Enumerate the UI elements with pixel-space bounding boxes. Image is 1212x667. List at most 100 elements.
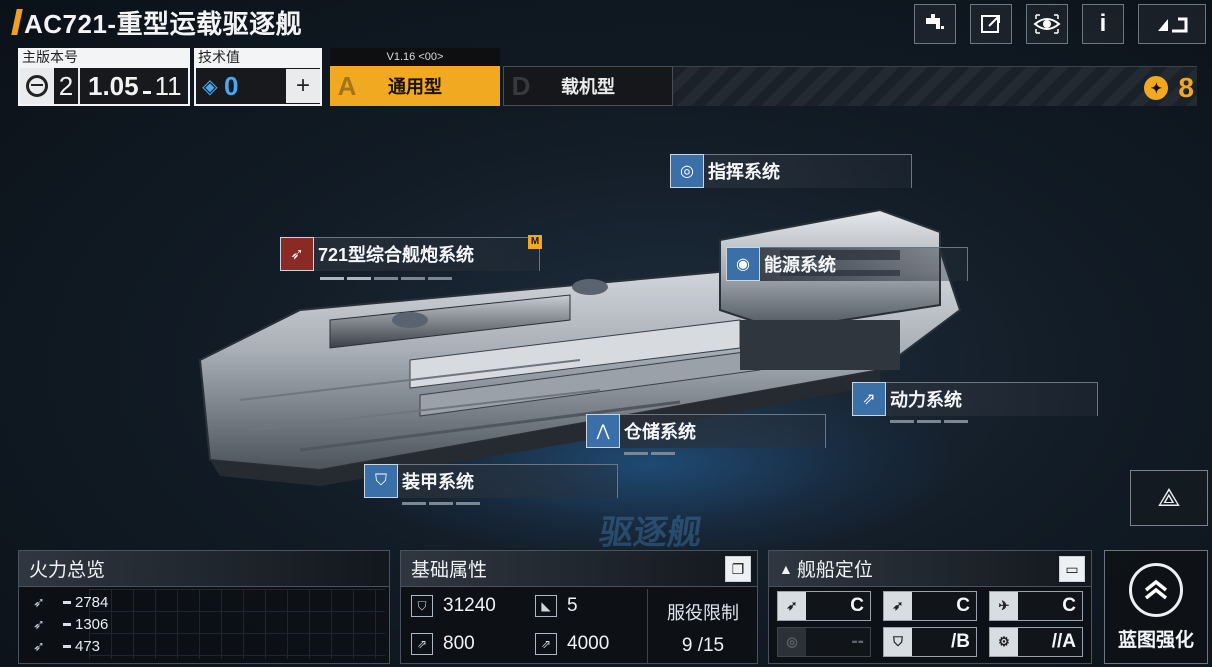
system-cargo[interactable]: ⋀ 仓储系统 xyxy=(586,414,826,455)
level-dashes xyxy=(320,277,540,280)
tab-stripe-bar xyxy=(673,66,1197,106)
firepower-row: ➶ 473 xyxy=(19,635,389,657)
plus-icon[interactable]: + xyxy=(286,69,320,103)
level-dashes xyxy=(624,452,826,455)
back-icon[interactable] xyxy=(1138,4,1206,44)
share-icon[interactable] xyxy=(970,4,1012,44)
info-icon[interactable]: i xyxy=(1082,4,1124,44)
expand-icon[interactable]: ❐ xyxy=(725,556,751,582)
version-value: 2 1.05 11 xyxy=(20,68,188,104)
base-stats-panel[interactable]: 基础属性 ❐ ⛉ 31240 ◣ 5 ⇗ 800 ⇗ 4000 服役限制 9 /15 xyxy=(400,550,758,664)
shield-icon: ⛉ xyxy=(411,595,433,617)
role-cell: ◎ -- xyxy=(777,627,871,657)
tech-box: 技术值 ◈ 0 + xyxy=(194,48,322,106)
stat-speed-value: 800 xyxy=(443,633,475,654)
level-dashes xyxy=(402,502,618,505)
eye-icon[interactable] xyxy=(1026,4,1068,44)
positioning-panel[interactable]: ▲ 舰船定位 ▭ ➶ C ➶ C ✈ C ◎ -- ⛉/B ⚙//A xyxy=(768,550,1092,664)
missile-icon: ➶ xyxy=(33,637,45,654)
role-grade: //A xyxy=(1051,631,1076,652)
system-command-label: 指挥系统 xyxy=(704,154,912,188)
positioning-title-row: ▲ 舰船定位 ▭ xyxy=(769,551,1091,587)
system-gun-label: 721型综合舰炮系统 xyxy=(314,237,540,271)
system-command[interactable]: ◎ 指挥系统 xyxy=(670,154,912,188)
range-icon: ⇗ xyxy=(535,633,557,655)
firepower-row: ➶ 2784 xyxy=(19,591,389,613)
armor-icon: ◣ xyxy=(535,595,557,617)
system-cargo-label: 仓储系统 xyxy=(620,414,826,448)
tech-icon: ◈ xyxy=(202,75,218,98)
tab-a-label: 通用型 xyxy=(388,77,442,97)
title-accent xyxy=(11,9,23,35)
tab-a-letter: A xyxy=(337,70,357,101)
version-sub: 11 xyxy=(154,70,182,101)
currency-display: ✦ 8 xyxy=(1144,72,1194,104)
firepower-value: 1306 xyxy=(75,615,109,633)
firepower-row: ➶ 1306 xyxy=(19,613,389,635)
role-cell: ➶ C xyxy=(777,591,871,621)
positioning-title: 舰船定位 xyxy=(796,560,873,581)
cargo-icon: ⋀ xyxy=(586,414,620,448)
firepower-panel[interactable]: 火力总览 ➶ 2784 ➶ 1306 ➶ 473 xyxy=(18,550,390,664)
coin-icon: ✦ xyxy=(1144,76,1169,100)
stat-range-value: 4000 xyxy=(567,633,610,654)
radar-icon: ◎ xyxy=(670,154,704,188)
module-badge: M xyxy=(528,235,542,249)
energy-icon: ◉ xyxy=(726,247,760,281)
tab-carrier[interactable]: D 载机型 xyxy=(503,66,673,106)
stat-hp-value: 31240 xyxy=(443,595,496,616)
missile-icon: ➶ xyxy=(884,592,912,620)
stat-armor-value: 5 xyxy=(567,595,578,616)
drone-icon: ✈ xyxy=(990,592,1018,620)
tag-icon[interactable]: ▭ xyxy=(1059,556,1085,582)
stat-speed: ⇗ 800 xyxy=(411,633,475,655)
blueprint-upgrade-button[interactable]: 蓝图强化 xyxy=(1104,550,1208,664)
role-grade: C xyxy=(1062,595,1076,616)
tab-d-letter: D xyxy=(511,70,531,101)
version-major: 2 xyxy=(54,68,80,104)
fleet-upgrade-icon[interactable]: ⟁ xyxy=(1130,470,1208,526)
chevrons-up-icon xyxy=(1129,562,1183,617)
role-cell: ✈ C xyxy=(989,591,1083,621)
tab-version-header: V1.16 <00> xyxy=(330,48,500,66)
faucet-icon[interactable] xyxy=(914,4,956,44)
tab-general[interactable]: V1.16 <00> A 通用型 xyxy=(330,48,500,106)
level-dashes xyxy=(890,420,1098,423)
tab-d-label: 载机型 xyxy=(561,77,615,97)
role-grade: C xyxy=(850,595,864,616)
hologram-text: 驱逐舰 xyxy=(596,514,705,552)
tech-value: 0 xyxy=(224,70,239,101)
firepower-value: 2784 xyxy=(75,593,109,611)
stat-hp: ⛉ 31240 xyxy=(411,595,496,617)
missile-icon: ➶ xyxy=(33,615,45,632)
target-icon: ◎ xyxy=(778,628,806,656)
ship-model[interactable] xyxy=(180,170,1000,510)
base-stats-title: 基础属性 ❐ xyxy=(401,551,757,587)
ship-title: AC721-重型运载驱逐舰 xyxy=(24,8,303,39)
service-limit-value: 9 /15 xyxy=(681,635,725,656)
firepower-title: 火力总览 xyxy=(19,551,389,587)
system-engine-label: 动力系统 xyxy=(886,382,1098,416)
tech-label: 技术值 xyxy=(198,49,240,65)
top-toolbar: i xyxy=(914,4,1206,44)
gear-icon: ⚙ xyxy=(990,628,1018,656)
version-number: 1.05 xyxy=(88,70,139,101)
title-bar: AC721-重型运载驱逐舰 xyxy=(11,6,303,39)
missile-icon: ➶ xyxy=(778,592,806,620)
base-stats-title-text: 基础属性 xyxy=(411,560,488,581)
system-armor[interactable]: ⛉ 装甲系统 xyxy=(364,464,618,505)
role-grade: -- xyxy=(851,631,864,652)
role-cell: ➶ C xyxy=(883,591,977,621)
shield-icon: ⛉ xyxy=(364,464,398,498)
missile-icon: ➶ xyxy=(33,593,45,610)
firepower-value: 473 xyxy=(75,637,101,655)
version-label: 主版本号 xyxy=(22,49,78,65)
shield-icon: ⛉ xyxy=(884,628,912,656)
system-engine[interactable]: ⇗ 动力系统 xyxy=(852,382,1098,423)
globe-icon xyxy=(20,68,54,104)
system-gun[interactable]: ➶ 721型综合舰炮系统 M xyxy=(280,235,542,280)
version-box: 主版本号 2 1.05 11 xyxy=(18,48,190,106)
system-energy[interactable]: ◉ 能源系统 xyxy=(726,247,968,281)
blueprint-upgrade-label: 蓝图强化 xyxy=(1117,629,1194,651)
system-armor-label: 装甲系统 xyxy=(398,464,618,498)
